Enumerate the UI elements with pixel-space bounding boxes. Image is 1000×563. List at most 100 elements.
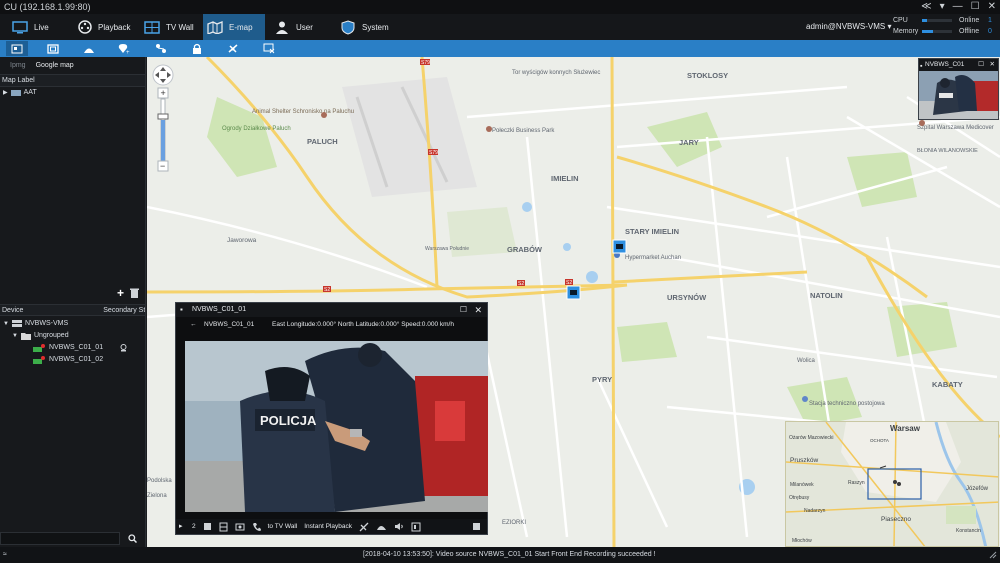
device-search-button[interactable] <box>122 532 142 545</box>
collapse-button[interactable]: ≪ <box>921 0 931 14</box>
close-button[interactable]: ✕ <box>988 0 996 14</box>
tree-root[interactable]: ▼ NVBWS-VMS <box>0 318 145 330</box>
video-window-title: NVBWS_C01_01 <box>192 306 247 313</box>
overview-minimap[interactable]: Warsaw Pruszków Józefów Piaseczno Otrębu… <box>785 421 999 547</box>
layers-tool-button[interactable] <box>6 41 28 56</box>
minimap-mlochow: Młochów <box>792 538 812 544</box>
lock-tool-button[interactable] <box>186 41 208 56</box>
zoom-out-button[interactable]: − <box>160 161 165 171</box>
nav-live-label: Live <box>34 22 49 32</box>
map-label-ezioriki: EZIORKI <box>502 520 526 526</box>
dropdown-button[interactable]: ▾ <box>940 0 945 14</box>
video-titlebar[interactable]: ▪ NVBWS_C01_01 ☐ ✕ <box>176 303 487 317</box>
ptz-icon[interactable] <box>359 522 369 532</box>
video-feed: POLICJA <box>185 341 488 512</box>
map-label-stoklosy: STOKLOSY <box>687 71 728 80</box>
tab-google-map[interactable]: Google map <box>36 62 74 69</box>
to-tv-wall-button[interactable]: to TV Wall <box>268 523 298 530</box>
tab-ipmg[interactable]: Ipmg <box>10 62 26 69</box>
route-tool-button[interactable] <box>150 41 172 56</box>
instant-playback-button[interactable]: Instant Playback <box>304 523 352 530</box>
camera-dome-tool-button[interactable] <box>78 41 100 56</box>
close-icon[interactable]: ✕ <box>474 303 482 317</box>
satellite-icon <box>228 44 238 53</box>
device-search-input[interactable] <box>0 532 120 545</box>
map-label-blonia: BŁONIA WILANOWSKIE <box>917 148 978 154</box>
map-label-item[interactable]: ▶ AAT <box>0 87 145 99</box>
expand-up-icon[interactable]: ≈ <box>3 547 7 563</box>
map-label-poleczki: Połeczki Business Park <box>492 128 555 134</box>
minimap-konstancin: Konstancin <box>956 528 981 534</box>
layers-icon <box>11 44 23 53</box>
tree-group-label: Ungrouped <box>33 332 69 339</box>
zoom-in-button[interactable]: + <box>161 88 166 98</box>
collapse-arrow-icon[interactable]: ▼ <box>3 318 9 330</box>
search-icon <box>127 534 137 543</box>
map-label-ursynow: URSYNÓW <box>667 293 707 302</box>
nav-playback[interactable]: Playback <box>74 14 134 40</box>
maximize-icon[interactable]: ☐ <box>460 303 467 317</box>
expand-arrow-icon[interactable]: ▶ <box>3 87 8 99</box>
back-arrow-icon[interactable]: ← <box>190 317 197 333</box>
device-marker-camera-1[interactable] <box>612 239 627 254</box>
nav-e-map[interactable]: E-map <box>203 14 265 40</box>
map-icon <box>207 20 223 34</box>
fullscreen-tool-button[interactable] <box>42 41 64 56</box>
preview-maximize-icon[interactable]: ☐ <box>978 59 984 71</box>
map-label-imielin: IMIELIN <box>551 174 579 183</box>
camera-device-icon <box>33 343 45 352</box>
device-marker-camera-2[interactable] <box>566 285 581 300</box>
resize-grip-icon[interactable] <box>989 551 997 559</box>
lock-icon <box>193 43 201 54</box>
minimize-button[interactable]: — <box>953 0 963 14</box>
collapse-arrow-icon[interactable]: ▼ <box>12 330 18 342</box>
nav-live[interactable]: Live <box>8 14 68 40</box>
dome-camera-icon[interactable] <box>376 522 387 531</box>
svg-text:POLICJA: POLICJA <box>260 413 317 428</box>
route-icon <box>156 44 166 53</box>
add-location-tool-button[interactable]: + <box>113 41 135 56</box>
recording-icon <box>120 344 127 352</box>
map-pan-control[interactable] <box>152 64 174 86</box>
video-popup-window[interactable]: ▪ NVBWS_C01_01 ☐ ✕ ← NVBWS_C01_01 East L… <box>175 302 488 535</box>
snapshot-icon[interactable] <box>235 522 245 531</box>
camera-preview-popup[interactable]: ▪ NVBWS_C01 ☐ ✕ <box>918 58 999 120</box>
fullscreen-icon[interactable] <box>472 522 481 531</box>
user-menu[interactable]: admin@NVBWS-VMS ▾ <box>806 14 891 40</box>
minimap-raszyn: Raszyn <box>848 480 865 486</box>
side-arrow-icon[interactable]: ▸ <box>179 522 183 530</box>
user-icon <box>274 20 290 34</box>
video-channel: NVBWS_C01_01 <box>204 321 255 328</box>
camera-dome-icon <box>84 48 94 53</box>
satellite-tool-button[interactable] <box>222 41 244 56</box>
map-label-hypermarket: Hypermarket Auchan <box>625 255 681 261</box>
device-tree: ▼ NVBWS-VMS ▼ Ungrouped NVBWS_C01_01 NVB… <box>0 318 145 366</box>
nav-system[interactable]: System <box>336 14 396 40</box>
add-icon[interactable]: + <box>117 286 124 300</box>
maximize-button[interactable]: ☐ <box>971 0 980 14</box>
split-icon[interactable] <box>219 522 228 532</box>
map-label-ogrody: Ogrody Działkowe Paluch <box>222 126 291 132</box>
svg-text:+: + <box>126 50 130 54</box>
clear-tool-button[interactable] <box>258 41 280 56</box>
window-titlebar: CU (192.168.1.99:80) ≪ ▾ — ☐ ✕ <box>0 0 1000 14</box>
stop-icon[interactable] <box>203 522 212 531</box>
memory-label: Memory <box>893 28 919 35</box>
talk-icon[interactable] <box>252 522 261 532</box>
nav-user[interactable]: User <box>270 14 324 40</box>
camera-device-icon <box>33 355 45 364</box>
tree-group[interactable]: ▼ Ungrouped <box>0 330 145 342</box>
preview-close-icon[interactable]: ✕ <box>990 59 995 71</box>
monitor-icon <box>12 20 28 34</box>
status-message: [2018-04-10 13:53:50]: Video source NVBW… <box>363 551 656 558</box>
trash-icon[interactable] <box>130 288 139 298</box>
minimap-canvas[interactable]: Warsaw Pruszków Józefów Piaseczno Otrębu… <box>786 422 999 547</box>
map-label-tor: Tor wyścigów konnych Służewiec <box>512 70 600 76</box>
volume-icon[interactable] <box>394 522 404 531</box>
tree-device[interactable]: NVBWS_C01_02 <box>0 354 145 366</box>
nav-tv-wall[interactable]: TV Wall <box>140 14 200 40</box>
layout-icon[interactable] <box>411 522 421 532</box>
tree-device-label: NVBWS_C01_02 <box>49 356 104 363</box>
stream-selector[interactable]: 2 <box>192 523 196 530</box>
tree-device[interactable]: NVBWS_C01_01 <box>0 342 145 354</box>
